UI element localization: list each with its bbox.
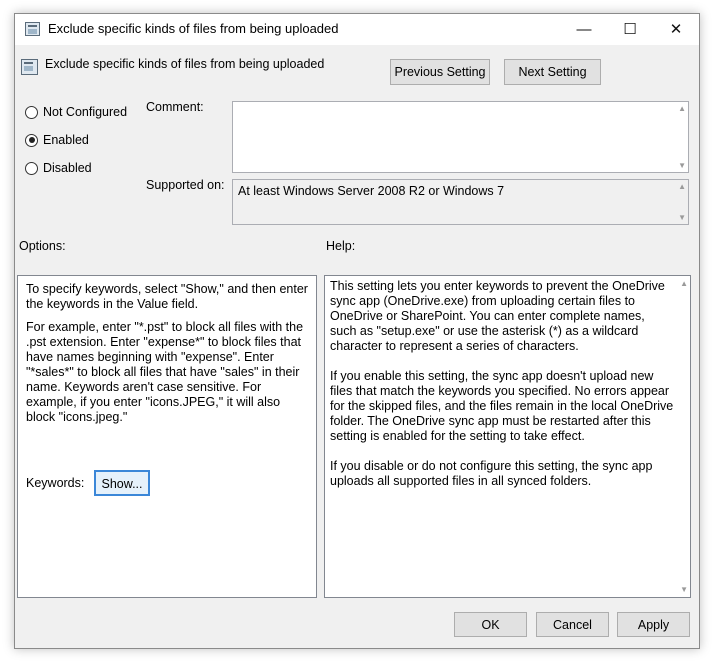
next-setting-button[interactable]: Next Setting <box>504 59 601 85</box>
keywords-label: Keywords: <box>26 476 85 490</box>
scroll-up-arrow-icon[interactable]: ▲ <box>678 182 686 191</box>
comment-textarea[interactable]: ▲ ▼ <box>232 101 689 173</box>
title-bar[interactable]: Exclude specific kinds of files from bei… <box>15 14 699 45</box>
scroll-down-arrow-icon[interactable]: ▼ <box>678 161 686 170</box>
apply-button[interactable]: Apply <box>617 612 690 637</box>
help-paragraph: If you disable or do not configure this … <box>330 459 653 488</box>
radio-label: Disabled <box>43 161 92 175</box>
maximize-button[interactable]: ☐ <box>607 14 653 45</box>
options-paragraph: To specify keywords, select "Show," and … <box>26 282 308 311</box>
radio-circle[interactable] <box>25 161 38 175</box>
scroll-down-arrow-icon[interactable]: ▼ <box>680 585 688 594</box>
scroll-down-arrow-icon[interactable]: ▼ <box>678 213 686 222</box>
options-panel: To specify keywords, select "Show," and … <box>17 275 317 598</box>
window-title: Exclude specific kinds of files from bei… <box>48 21 339 36</box>
previous-setting-button[interactable]: Previous Setting <box>390 59 490 85</box>
policy-name-heading: Exclude specific kinds of files from bei… <box>45 57 325 71</box>
policy-dialog-window: Exclude specific kinds of files from bei… <box>14 13 700 649</box>
radio-disabled[interactable]: Disabled <box>25 159 92 177</box>
help-paragraph: This setting lets you enter keywords to … <box>330 279 665 353</box>
cancel-button[interactable]: Cancel <box>536 612 609 637</box>
help-label: Help: <box>326 239 356 253</box>
policy-app-icon <box>25 22 40 36</box>
scroll-up-arrow-icon[interactable]: ▲ <box>680 279 688 288</box>
scroll-up-arrow-icon[interactable]: ▲ <box>678 104 686 113</box>
supported-on-field: At least Windows Server 2008 R2 or Windo… <box>232 179 689 225</box>
help-panel: This setting lets you enter keywords to … <box>324 275 691 598</box>
radio-not-configured[interactable]: Not Configured <box>25 103 127 121</box>
radio-enabled[interactable]: Enabled <box>25 131 89 149</box>
help-paragraph: If you enable this setting, the sync app… <box>330 369 674 443</box>
options-paragraph: For example, enter "*.pst" to block all … <box>26 320 304 424</box>
radio-label: Enabled <box>43 133 89 147</box>
ok-button[interactable]: OK <box>454 612 527 637</box>
comment-label: Comment: <box>146 100 204 114</box>
radio-circle[interactable] <box>25 105 38 119</box>
minimize-button[interactable]: — <box>561 14 607 45</box>
supported-on-value: At least Windows Server 2008 R2 or Windo… <box>238 184 505 198</box>
policy-setting-icon <box>21 59 38 75</box>
radio-circle[interactable] <box>25 133 38 147</box>
show-keywords-button[interactable]: Show... <box>94 470 150 496</box>
options-label: Options: <box>19 239 66 253</box>
radio-label: Not Configured <box>43 105 128 119</box>
close-button[interactable]: ✕ <box>653 14 699 45</box>
supported-on-label: Supported on: <box>146 178 225 192</box>
